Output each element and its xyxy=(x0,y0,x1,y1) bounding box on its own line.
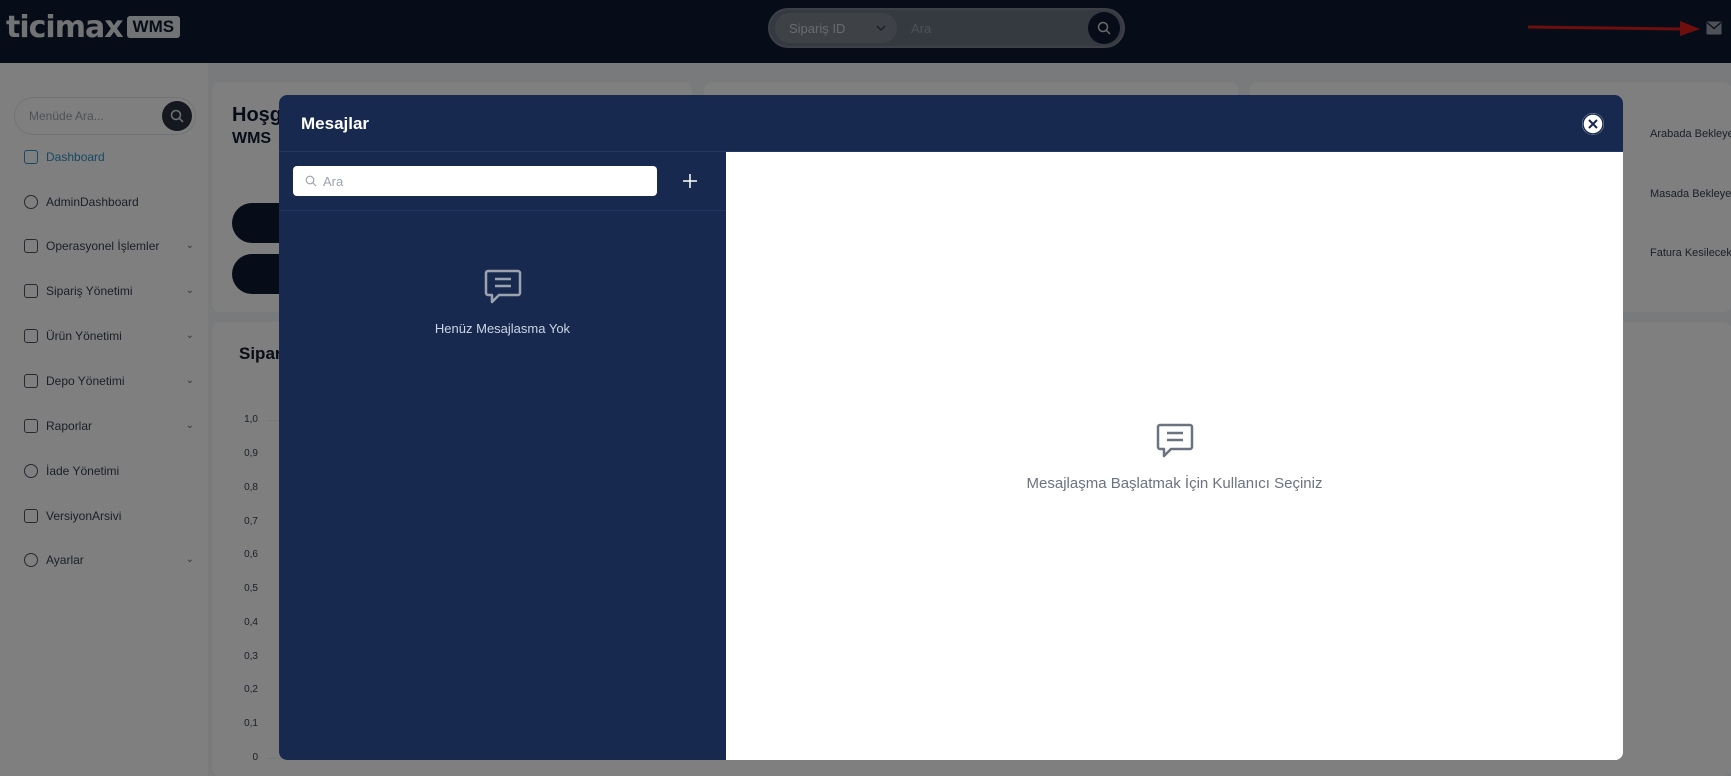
message-search-input[interactable]: Ara xyxy=(293,166,657,196)
close-button[interactable] xyxy=(1582,113,1604,135)
conversation-list-panel: Ara Henüz Mesajlasma Yok xyxy=(279,152,726,760)
empty-conversations-text: Henüz Mesajlasma Yok xyxy=(434,321,571,336)
plus-icon xyxy=(683,174,697,188)
message-search-placeholder: Ara xyxy=(323,173,344,189)
chat-bubble-icon xyxy=(484,269,521,304)
modal-header: Mesajlar xyxy=(279,95,1623,152)
search-icon xyxy=(305,175,317,187)
chat-bubble-icon xyxy=(1156,423,1193,458)
divider xyxy=(279,210,726,211)
empty-chat-text: Mesajlaşma Başlatmak İçin Kullanıcı Seçi… xyxy=(1026,475,1323,492)
chat-panel: Mesajlaşma Başlatmak İçin Kullanıcı Seçi… xyxy=(726,152,1623,760)
empty-chat: Mesajlaşma Başlatmak İçin Kullanıcı Seçi… xyxy=(726,420,1623,492)
empty-conversations: Henüz Mesajlasma Yok xyxy=(279,266,726,336)
close-icon xyxy=(1582,113,1604,135)
messages-modal: Mesajlar Ara Henüz Mesajlasma Yok Mesajl… xyxy=(279,95,1623,760)
modal-title: Mesajlar xyxy=(301,114,370,133)
new-message-button[interactable] xyxy=(675,166,705,196)
